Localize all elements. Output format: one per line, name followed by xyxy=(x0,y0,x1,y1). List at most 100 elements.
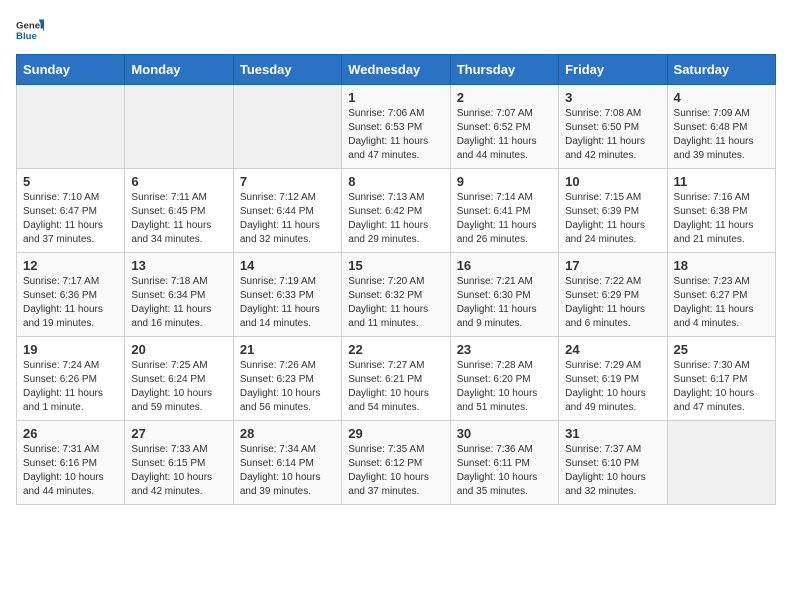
calendar-cell xyxy=(667,421,775,505)
weekday-header: Friday xyxy=(559,55,667,85)
day-number: 24 xyxy=(565,342,660,357)
day-info: Sunrise: 7:37 AM Sunset: 6:10 PM Dayligh… xyxy=(565,443,660,499)
calendar-cell: 11 Sunrise: 7:16 AM Sunset: 6:38 PM Dayli… xyxy=(667,169,775,253)
day-info: Sunrise: 7:33 AM Sunset: 6:15 PM Dayligh… xyxy=(131,443,226,499)
day-number: 29 xyxy=(348,426,443,441)
day-info: Sunrise: 7:20 AM Sunset: 6:32 PM Dayligh… xyxy=(348,275,443,331)
calendar-cell: 22 Sunrise: 7:27 AM Sunset: 6:21 PM Dayli… xyxy=(342,337,450,421)
day-info: Sunrise: 7:11 AM Sunset: 6:45 PM Dayligh… xyxy=(131,191,226,247)
calendar-cell: 9 Sunrise: 7:14 AM Sunset: 6:41 PM Daylig… xyxy=(450,169,558,253)
calendar-cell: 24 Sunrise: 7:29 AM Sunset: 6:19 PM Dayli… xyxy=(559,337,667,421)
weekday-header: Monday xyxy=(125,55,233,85)
day-info: Sunrise: 7:26 AM Sunset: 6:23 PM Dayligh… xyxy=(240,359,335,415)
calendar-cell: 26 Sunrise: 7:31 AM Sunset: 6:16 PM Dayli… xyxy=(17,421,125,505)
day-number: 4 xyxy=(674,90,769,105)
calendar-cell: 8 Sunrise: 7:13 AM Sunset: 6:42 PM Daylig… xyxy=(342,169,450,253)
day-info: Sunrise: 7:13 AM Sunset: 6:42 PM Dayligh… xyxy=(348,191,443,247)
calendar-cell: 21 Sunrise: 7:26 AM Sunset: 6:23 PM Dayli… xyxy=(233,337,341,421)
day-number: 26 xyxy=(23,426,118,441)
calendar-cell: 14 Sunrise: 7:19 AM Sunset: 6:33 PM Dayli… xyxy=(233,253,341,337)
header: General Blue xyxy=(16,16,776,44)
calendar-cell: 7 Sunrise: 7:12 AM Sunset: 6:44 PM Daylig… xyxy=(233,169,341,253)
day-number: 28 xyxy=(240,426,335,441)
day-info: Sunrise: 7:28 AM Sunset: 6:20 PM Dayligh… xyxy=(457,359,552,415)
day-info: Sunrise: 7:06 AM Sunset: 6:53 PM Dayligh… xyxy=(348,107,443,163)
day-number: 8 xyxy=(348,174,443,189)
logo: General Blue xyxy=(16,16,44,44)
day-number: 23 xyxy=(457,342,552,357)
weekday-header: Wednesday xyxy=(342,55,450,85)
day-info: Sunrise: 7:29 AM Sunset: 6:19 PM Dayligh… xyxy=(565,359,660,415)
day-info: Sunrise: 7:08 AM Sunset: 6:50 PM Dayligh… xyxy=(565,107,660,163)
calendar-cell: 1Sunrise: 7:06 AM Sunset: 6:53 PM Daylig… xyxy=(342,85,450,169)
calendar-week-row: 12 Sunrise: 7:17 AM Sunset: 6:36 PM Dayli… xyxy=(17,253,776,337)
day-number: 9 xyxy=(457,174,552,189)
day-number: 21 xyxy=(240,342,335,357)
day-number: 16 xyxy=(457,258,552,273)
day-number: 27 xyxy=(131,426,226,441)
day-number: 12 xyxy=(23,258,118,273)
day-number: 25 xyxy=(674,342,769,357)
day-number: 13 xyxy=(131,258,226,273)
day-info: Sunrise: 7:12 AM Sunset: 6:44 PM Dayligh… xyxy=(240,191,335,247)
weekday-header: Thursday xyxy=(450,55,558,85)
calendar-cell: 12 Sunrise: 7:17 AM Sunset: 6:36 PM Dayli… xyxy=(17,253,125,337)
calendar-week-row: 26 Sunrise: 7:31 AM Sunset: 6:16 PM Dayli… xyxy=(17,421,776,505)
calendar-cell: 25 Sunrise: 7:30 AM Sunset: 6:17 PM Dayli… xyxy=(667,337,775,421)
calendar-cell: 28 Sunrise: 7:34 AM Sunset: 6:14 PM Dayli… xyxy=(233,421,341,505)
calendar-cell: 18 Sunrise: 7:23 AM Sunset: 6:27 PM Dayli… xyxy=(667,253,775,337)
day-info: Sunrise: 7:21 AM Sunset: 6:30 PM Dayligh… xyxy=(457,275,552,331)
calendar-table: SundayMondayTuesdayWednesdayThursdayFrid… xyxy=(16,54,776,505)
day-info: Sunrise: 7:23 AM Sunset: 6:27 PM Dayligh… xyxy=(674,275,769,331)
calendar-cell xyxy=(233,85,341,169)
calendar-cell: 15 Sunrise: 7:20 AM Sunset: 6:32 PM Dayli… xyxy=(342,253,450,337)
calendar-cell: 3Sunrise: 7:08 AM Sunset: 6:50 PM Daylig… xyxy=(559,85,667,169)
calendar-cell: 19Sunrise: 7:24 AM Sunset: 6:26 PM Dayli… xyxy=(17,337,125,421)
calendar-cell: 2 Sunrise: 7:07 AM Sunset: 6:52 PM Daylig… xyxy=(450,85,558,169)
day-number: 6 xyxy=(131,174,226,189)
day-number: 19 xyxy=(23,342,118,357)
day-number: 10 xyxy=(565,174,660,189)
day-info: Sunrise: 7:30 AM Sunset: 6:17 PM Dayligh… xyxy=(674,359,769,415)
day-number: 7 xyxy=(240,174,335,189)
day-number: 30 xyxy=(457,426,552,441)
day-number: 2 xyxy=(457,90,552,105)
calendar-cell: 16 Sunrise: 7:21 AM Sunset: 6:30 PM Dayli… xyxy=(450,253,558,337)
calendar-cell: 23 Sunrise: 7:28 AM Sunset: 6:20 PM Dayli… xyxy=(450,337,558,421)
day-number: 17 xyxy=(565,258,660,273)
day-info: Sunrise: 7:27 AM Sunset: 6:21 PM Dayligh… xyxy=(348,359,443,415)
day-info: Sunrise: 7:34 AM Sunset: 6:14 PM Dayligh… xyxy=(240,443,335,499)
calendar-week-row: 5Sunrise: 7:10 AM Sunset: 6:47 PM Daylig… xyxy=(17,169,776,253)
weekday-header: Saturday xyxy=(667,55,775,85)
calendar-cell: 10 Sunrise: 7:15 AM Sunset: 6:39 PM Dayli… xyxy=(559,169,667,253)
calendar-cell: 29 Sunrise: 7:35 AM Sunset: 6:12 PM Dayli… xyxy=(342,421,450,505)
calendar-week-row: 1Sunrise: 7:06 AM Sunset: 6:53 PM Daylig… xyxy=(17,85,776,169)
day-info: Sunrise: 7:19 AM Sunset: 6:33 PM Dayligh… xyxy=(240,275,335,331)
day-number: 20 xyxy=(131,342,226,357)
calendar-cell: 30Sunrise: 7:36 AM Sunset: 6:11 PM Dayli… xyxy=(450,421,558,505)
day-info: Sunrise: 7:15 AM Sunset: 6:39 PM Dayligh… xyxy=(565,191,660,247)
calendar-header: SundayMondayTuesdayWednesdayThursdayFrid… xyxy=(17,55,776,85)
day-info: Sunrise: 7:17 AM Sunset: 6:36 PM Dayligh… xyxy=(23,275,118,331)
day-info: Sunrise: 7:09 AM Sunset: 6:48 PM Dayligh… xyxy=(674,107,769,163)
calendar-cell xyxy=(17,85,125,169)
day-info: Sunrise: 7:14 AM Sunset: 6:41 PM Dayligh… xyxy=(457,191,552,247)
calendar-cell: 4 Sunrise: 7:09 AM Sunset: 6:48 PM Daylig… xyxy=(667,85,775,169)
day-number: 31 xyxy=(565,426,660,441)
day-number: 14 xyxy=(240,258,335,273)
day-number: 15 xyxy=(348,258,443,273)
day-number: 11 xyxy=(674,174,769,189)
day-info: Sunrise: 7:31 AM Sunset: 6:16 PM Dayligh… xyxy=(23,443,118,499)
weekday-header: Sunday xyxy=(17,55,125,85)
calendar-cell: 17 Sunrise: 7:22 AM Sunset: 6:29 PM Dayli… xyxy=(559,253,667,337)
day-number: 5 xyxy=(23,174,118,189)
day-info: Sunrise: 7:35 AM Sunset: 6:12 PM Dayligh… xyxy=(348,443,443,499)
svg-text:Blue: Blue xyxy=(16,31,37,42)
calendar-cell: 31 Sunrise: 7:37 AM Sunset: 6:10 PM Dayli… xyxy=(559,421,667,505)
day-number: 18 xyxy=(674,258,769,273)
day-number: 22 xyxy=(348,342,443,357)
day-info: Sunrise: 7:16 AM Sunset: 6:38 PM Dayligh… xyxy=(674,191,769,247)
day-info: Sunrise: 7:07 AM Sunset: 6:52 PM Dayligh… xyxy=(457,107,552,163)
calendar-cell: 20Sunrise: 7:25 AM Sunset: 6:24 PM Dayli… xyxy=(125,337,233,421)
day-info: Sunrise: 7:22 AM Sunset: 6:29 PM Dayligh… xyxy=(565,275,660,331)
